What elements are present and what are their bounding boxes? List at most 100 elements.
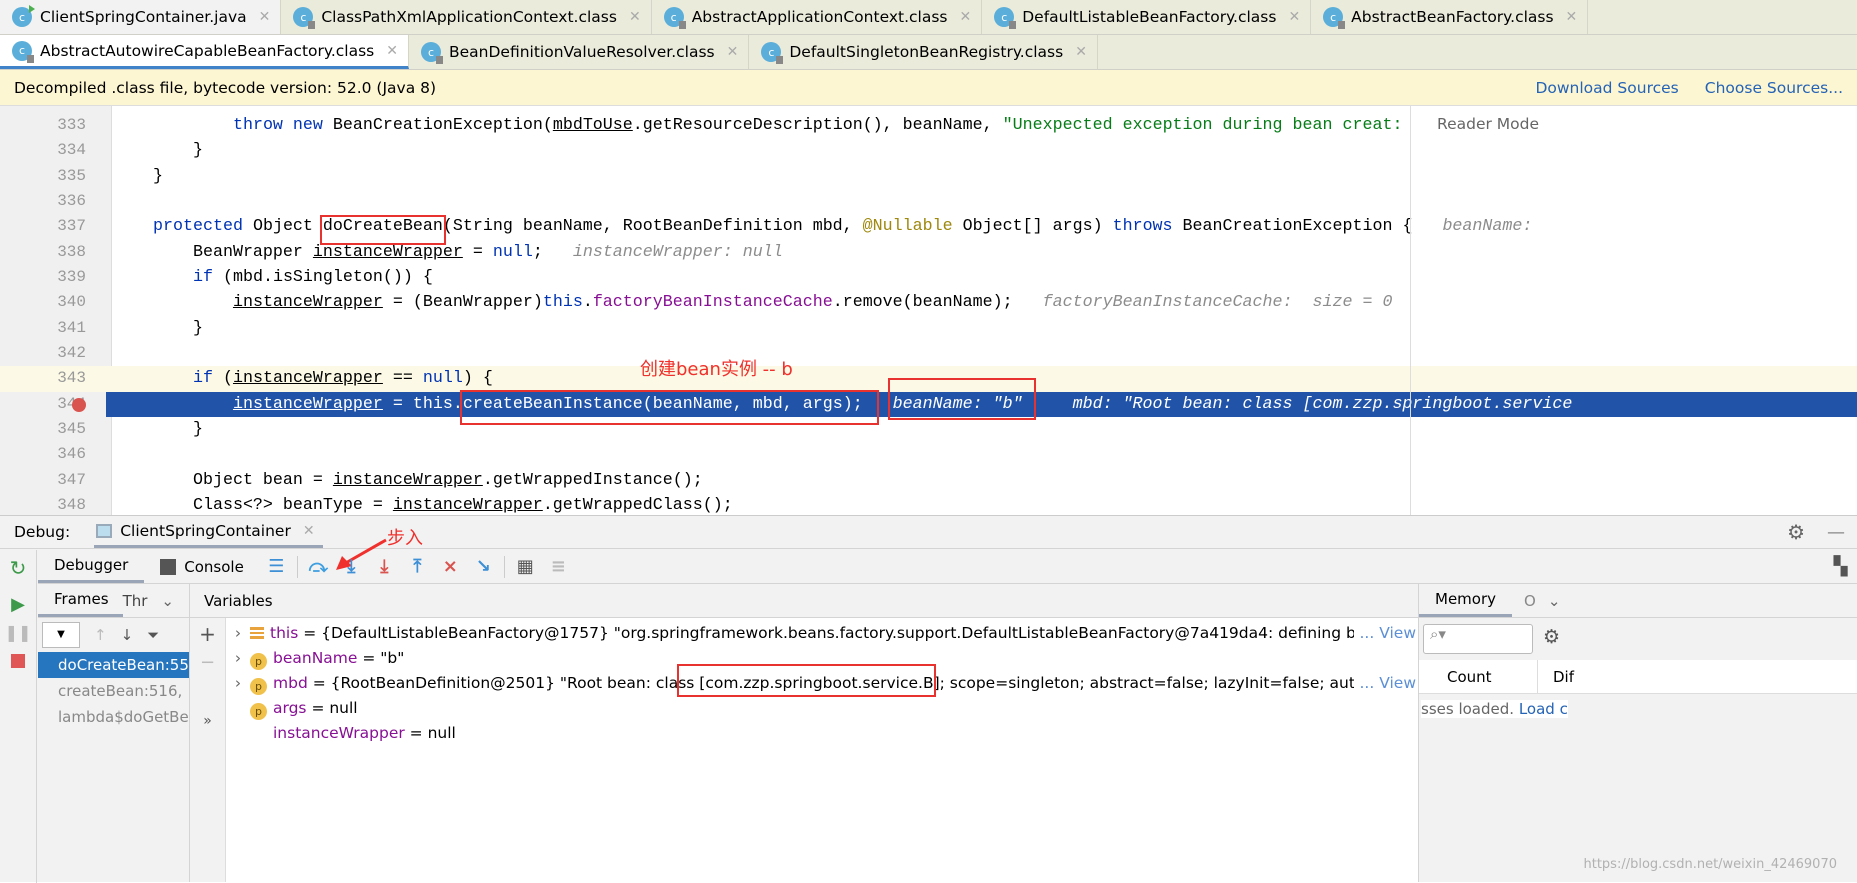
frame-item[interactable]: doCreateBean:55 xyxy=(38,652,189,678)
session-label: ClientSpringContainer xyxy=(120,521,291,540)
step-over-icon[interactable]: ⤼ xyxy=(302,556,335,577)
field-icon xyxy=(250,627,264,639)
drop-frame-icon[interactable]: ⨯ xyxy=(434,556,467,577)
code-token: null xyxy=(422,369,463,389)
line-number: 335 xyxy=(57,166,86,185)
variable-row[interactable]: p args = null xyxy=(226,696,1416,721)
editor-tab[interactable]: c AbstractAutowireCapableBeanFactory.clas… xyxy=(0,35,409,69)
reader-mode-button[interactable]: Reader Mode xyxy=(1437,115,1540,133)
down-arrow-icon[interactable]: ↓ xyxy=(121,626,134,644)
editor-tab[interactable]: c DefaultSingletonBeanRegistry.class ✕ xyxy=(749,35,1098,69)
rerun-icon[interactable]: ↻ xyxy=(0,556,36,580)
count-column[interactable]: Count xyxy=(1447,668,1492,686)
minimize-icon[interactable]: — xyxy=(1827,522,1845,543)
tab-other[interactable]: O xyxy=(1524,592,1536,610)
editor-tab[interactable]: c ClientSpringContainer.java ✕ xyxy=(0,0,282,34)
gear-icon[interactable]: ⚙ xyxy=(1543,626,1560,648)
pause-icon[interactable]: ❚❚ xyxy=(0,623,36,642)
more-icon[interactable]: » xyxy=(190,713,225,729)
code-line: 335 } xyxy=(0,164,1857,189)
tab-debugger[interactable]: Debugger xyxy=(38,550,145,583)
code-token: instanceWrapper xyxy=(312,242,463,262)
close-icon[interactable]: ✕ xyxy=(1566,9,1578,25)
close-icon[interactable]: ✕ xyxy=(386,43,398,59)
remove-watch-icon[interactable]: − xyxy=(190,652,225,673)
force-step-into-icon[interactable]: ⤓ xyxy=(368,556,401,577)
code-text: if (instanceWrapper == null) { xyxy=(113,366,493,391)
step-into-icon[interactable]: ⤓ xyxy=(335,556,368,577)
code-token: .getResourceDescription(), beanName, xyxy=(632,116,1003,135)
expand-chevron-icon[interactable]: › xyxy=(226,621,250,646)
load-classes-link[interactable]: Load c xyxy=(1519,700,1568,718)
tab-console[interactable]: Console xyxy=(144,550,260,583)
add-watch-icon[interactable]: + xyxy=(190,622,225,646)
tab-frames[interactable]: Frames xyxy=(38,584,123,617)
code-line: 345 } xyxy=(0,417,1857,442)
debug-session-tab[interactable]: ClientSpringContainer ✕ xyxy=(94,516,323,548)
code-line: 334 } xyxy=(0,138,1857,163)
threads-list-icon[interactable]: ☰ xyxy=(260,556,293,577)
watermark: https://blog.csdn.net/weixin_42469070 xyxy=(1583,857,1837,872)
gear-icon[interactable]: ⚙ xyxy=(1787,520,1805,544)
frames-header: Frames Thr ⌄ xyxy=(38,584,189,618)
code-token: Object bean = xyxy=(113,470,333,490)
code-line: 337 protected Object doCreateBean(String… xyxy=(0,214,1857,239)
layout-icon[interactable]: ▚ xyxy=(1824,556,1857,577)
code-token: == xyxy=(382,369,423,389)
frame-item[interactable]: lambda$doGetBe xyxy=(38,704,189,730)
editor-tab[interactable]: c AbstractApplicationContext.class ✕ xyxy=(652,0,983,34)
close-icon[interactable]: ✕ xyxy=(303,523,315,539)
code-token: if xyxy=(192,369,223,389)
view-link[interactable]: ... View xyxy=(1353,671,1416,696)
class-file-icon: c xyxy=(420,42,443,64)
right-margin-guide xyxy=(1410,106,1411,515)
evaluate-expression-icon[interactable]: ▦ xyxy=(509,556,542,577)
editor-tab[interactable]: c DefaultListableBeanFactory.class ✕ xyxy=(982,0,1312,34)
close-icon[interactable]: ✕ xyxy=(1288,9,1300,25)
up-arrow-icon[interactable]: ↑ xyxy=(94,626,107,644)
close-icon[interactable]: ✕ xyxy=(1075,44,1087,60)
expand-chevron-icon[interactable]: › xyxy=(226,671,250,696)
search-icon: ⌕▾ xyxy=(1430,625,1446,643)
filter-icon[interactable]: ⏷ xyxy=(147,626,159,644)
variable-value: = null xyxy=(404,724,456,742)
editor-tab[interactable]: c AbstractBeanFactory.class ✕ xyxy=(1311,0,1589,34)
step-out-icon[interactable]: ⤒ xyxy=(401,556,434,577)
frame-item[interactable]: createBean:516, xyxy=(38,678,189,704)
class-file-icon: c xyxy=(663,7,686,29)
editor-tab[interactable]: c ClassPathXmlApplicationContext.class ✕ xyxy=(281,0,652,34)
diff-column[interactable]: Dif xyxy=(1553,668,1574,686)
download-sources-link[interactable]: Download Sources xyxy=(1535,79,1678,97)
class-file-icon: c xyxy=(12,40,34,63)
close-icon[interactable]: ✕ xyxy=(959,9,971,25)
close-icon[interactable]: ✕ xyxy=(259,9,271,25)
console-icon xyxy=(160,558,177,575)
code-editor[interactable]: 333 throw new BeanCreationException(mbdT… xyxy=(0,106,1857,515)
view-link[interactable]: ... View xyxy=(1353,621,1416,646)
tab-threads[interactable]: Thr xyxy=(123,592,148,610)
editor-tab[interactable]: c BeanDefinitionValueResolver.class ✕ xyxy=(409,35,750,69)
expand-chevron-icon[interactable]: › xyxy=(226,646,250,671)
breakpoint-icon[interactable] xyxy=(72,397,86,412)
code-text: if (mbd.isSingleton()) { xyxy=(113,265,433,290)
close-icon[interactable]: ✕ xyxy=(727,44,739,60)
memory-search-input[interactable]: ⌕▾ xyxy=(1423,624,1533,654)
code-token: instanceWrapper xyxy=(232,293,383,313)
variable-row[interactable]: › this = {DefaultListableBeanFactory@1757… xyxy=(226,621,1416,646)
thread-select[interactable]: ▼ xyxy=(42,622,80,648)
trace-icon[interactable]: ≡ xyxy=(542,556,575,577)
close-icon[interactable]: ✕ xyxy=(629,9,641,25)
stop-icon[interactable] xyxy=(11,654,25,668)
choose-sources-link[interactable]: Choose Sources... xyxy=(1705,79,1843,97)
resume-icon[interactable]: ▶ xyxy=(0,594,36,615)
annotation-create-instance: 创建bean实例 -- b xyxy=(640,359,793,380)
tab-label: AbstractApplicationContext.class xyxy=(691,8,948,26)
chevron-down-icon[interactable]: ⌄ xyxy=(1548,592,1561,610)
line-number: 341 xyxy=(57,318,86,337)
variable-name: beanName xyxy=(273,649,358,667)
variable-row[interactable]: instanceWrapper = null xyxy=(226,721,1416,746)
run-to-cursor-icon[interactable]: ↘ xyxy=(467,556,500,577)
tab-memory[interactable]: Memory xyxy=(1419,584,1513,617)
chevron-down-icon[interactable]: ⌄ xyxy=(161,592,174,610)
